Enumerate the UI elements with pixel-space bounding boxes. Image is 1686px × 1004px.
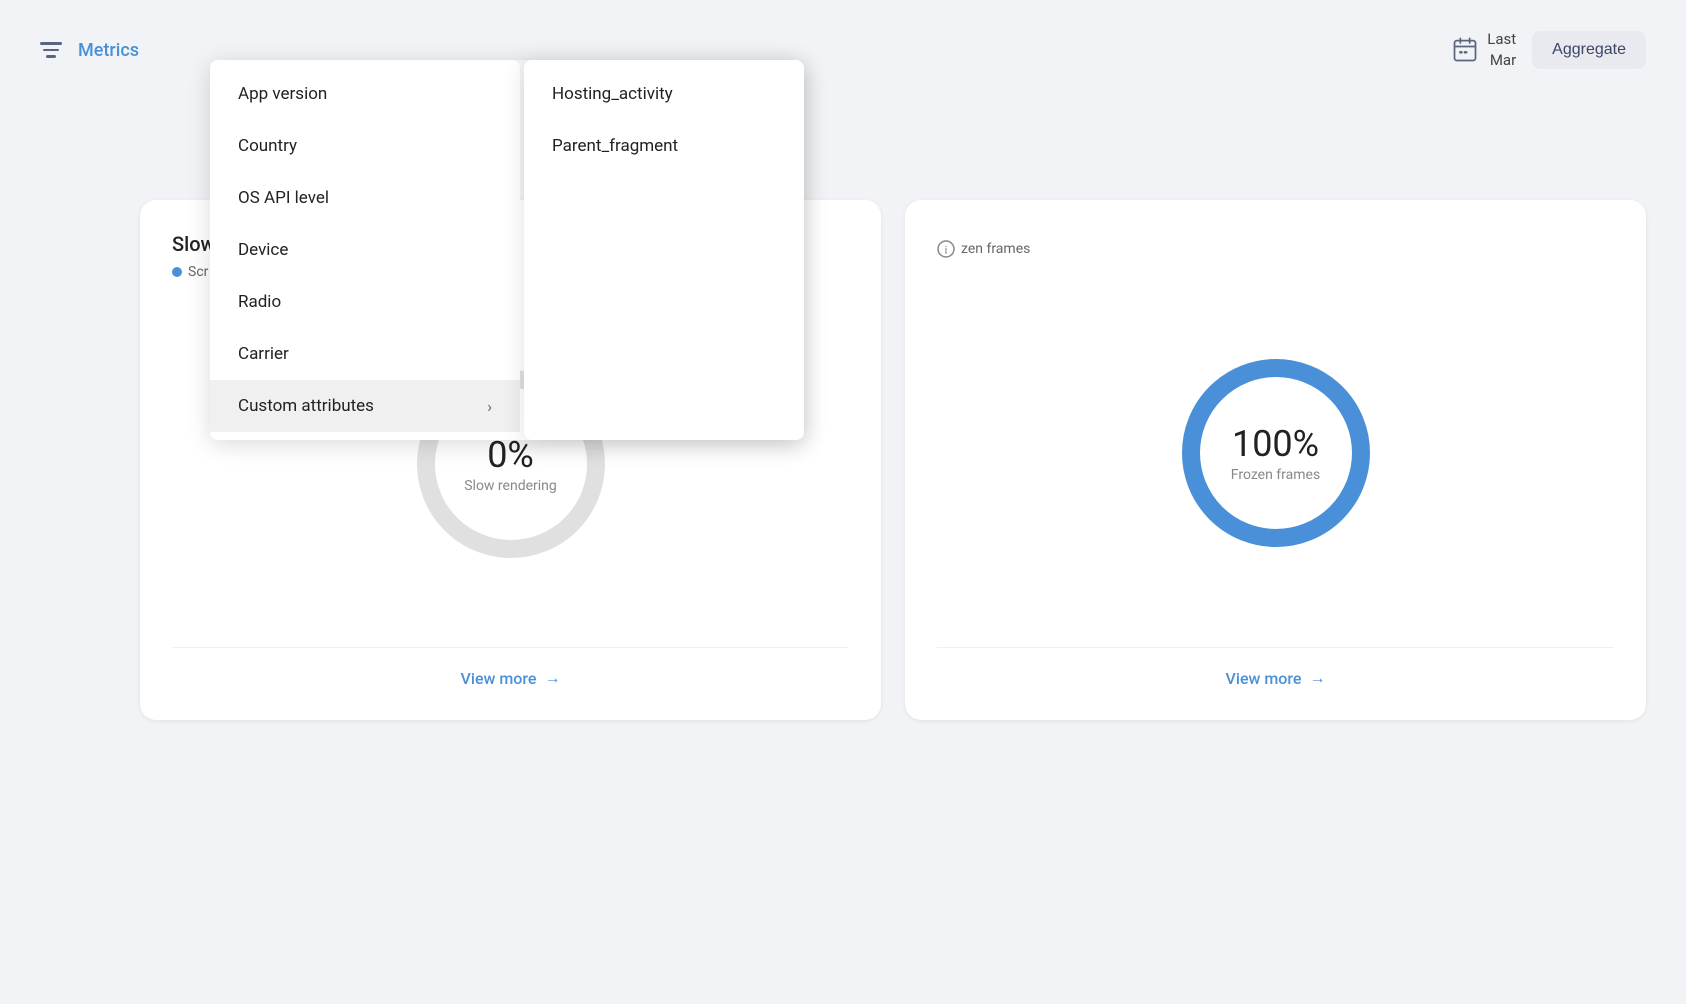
slow-label: Slow rendering <box>464 478 557 494</box>
top-right-controls: Last Mar Aggregate <box>1451 29 1646 71</box>
menu-item-os-api-level[interactable]: OS API level <box>210 172 520 224</box>
menu-item-carrier[interactable]: Carrier <box>210 328 520 380</box>
dropdown-primary-list: App version Country OS API level Device … <box>210 60 520 440</box>
menu-item-parent-fragment-label: Parent_fragment <box>552 136 678 156</box>
frozen-frames-chart: 100% Frozen frames <box>937 258 1614 647</box>
slow-donut-center: 0% Slow rendering <box>464 434 557 494</box>
slow-view-more[interactable]: View more → <box>172 647 849 688</box>
filter-icon[interactable] <box>40 42 62 58</box>
chevron-right-icon: › <box>487 397 492 416</box>
dot-blue-icon <box>172 267 182 277</box>
calendar-area: Last Mar <box>1451 29 1516 71</box>
menu-item-country-label: Country <box>238 136 297 156</box>
menu-item-custom-attributes-label: Custom attributes <box>238 396 374 416</box>
menu-item-carrier-label: Carrier <box>238 344 289 364</box>
frozen-view-more[interactable]: View more → <box>937 647 1614 688</box>
menu-item-country[interactable]: Country <box>210 120 520 172</box>
info-icon: i <box>937 240 955 258</box>
menu-item-custom-attributes[interactable]: Custom attributes › <box>210 380 520 432</box>
menu-item-radio[interactable]: Radio <box>210 276 520 328</box>
menu-item-app-version-label: App version <box>238 84 327 104</box>
menu-item-os-api-level-label: OS API level <box>238 188 329 208</box>
frozen-donut-center: 100% Frozen frames <box>1231 423 1320 483</box>
arrow-right-icon-2: → <box>1309 668 1325 688</box>
svg-text:i: i <box>945 244 948 257</box>
arrow-right-icon: → <box>544 668 560 688</box>
menu-item-device-label: Device <box>238 240 288 260</box>
dropdown-secondary-list: Hosting_activity Parent_fragment <box>524 60 804 440</box>
menu-item-hosting-activity-label: Hosting_activity <box>552 84 673 104</box>
frozen-label: Frozen frames <box>1231 467 1320 483</box>
frozen-donut: 100% Frozen frames <box>1166 343 1386 563</box>
aggregate-button[interactable]: Aggregate <box>1532 31 1646 69</box>
menu-item-parent-fragment[interactable]: Parent_fragment <box>524 120 804 172</box>
frozen-percent: 100% <box>1231 423 1320 465</box>
menu-item-app-version[interactable]: App version <box>210 68 520 120</box>
menu-item-hosting-activity[interactable]: Hosting_activity <box>524 68 804 120</box>
menu-item-device[interactable]: Device <box>210 224 520 276</box>
metrics-label: Metrics <box>78 40 139 61</box>
frozen-frames-subtitle: i zen frames <box>937 240 1614 258</box>
frozen-frames-card: i zen frames 100% Frozen frames View mor… <box>905 200 1646 720</box>
menu-item-radio-label: Radio <box>238 292 281 312</box>
calendar-icon <box>1451 36 1479 64</box>
dropdown-menu: App version Country OS API level Device … <box>210 60 804 440</box>
filter-area: Metrics <box>40 40 139 61</box>
calendar-text: Last Mar <box>1487 29 1516 71</box>
